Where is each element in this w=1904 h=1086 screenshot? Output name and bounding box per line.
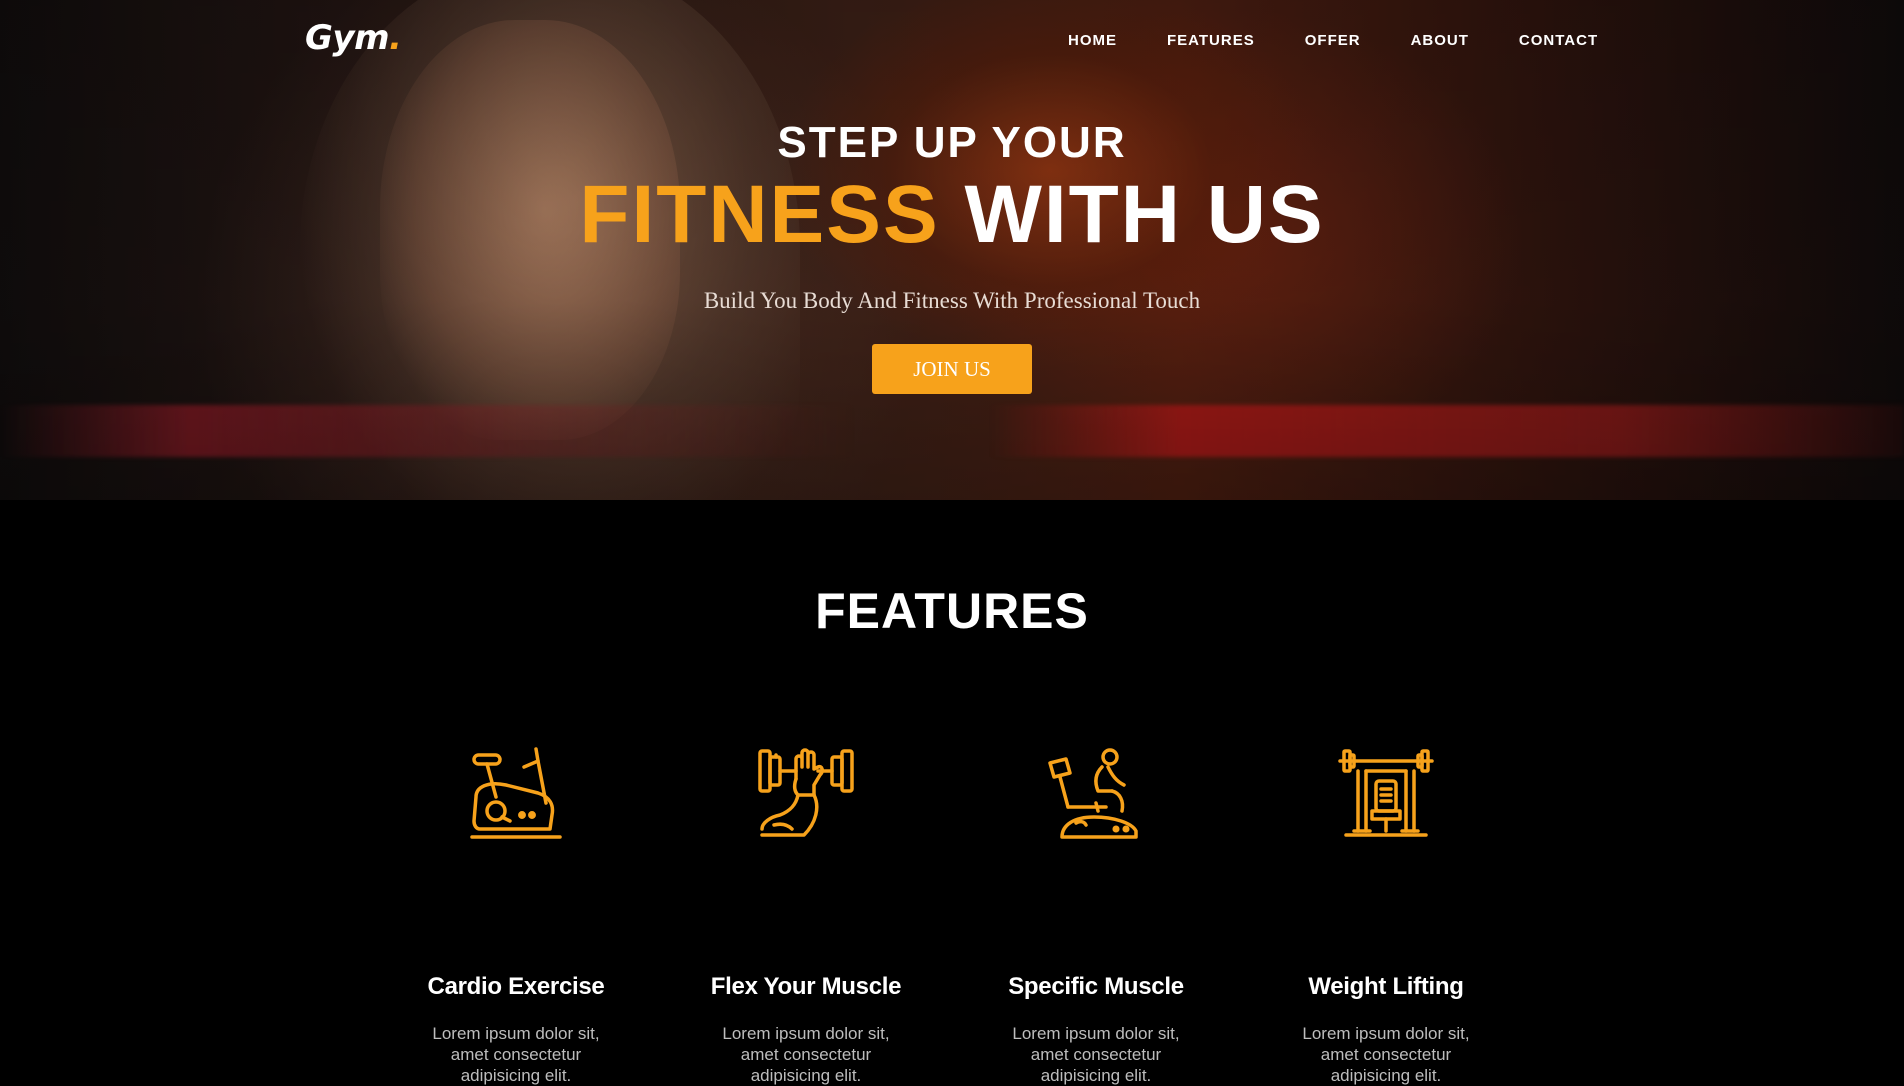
feature-card-weight: Weight Lifting Lorem ipsum dolor sit, am… — [1270, 745, 1502, 1085]
person-on-bike-icon — [1048, 748, 1138, 839]
feature-description: Lorem ipsum dolor sit, amet consectetur … — [722, 1024, 890, 1085]
features-heading: FEATURES — [815, 583, 1089, 639]
feature-description: Lorem ipsum dolor sit, amet consectetur … — [1302, 1024, 1470, 1085]
hero-title-accent: FITNESS — [579, 169, 940, 260]
weight-rack-icon — [1338, 749, 1434, 837]
hero-section: Gym. HOME FEATURES OFFER ABOUT CONTACT S… — [0, 0, 1904, 500]
hero-subtitle: STEP UP YOUR — [777, 118, 1127, 167]
feature-description: Lorem ipsum dolor sit, amet consectetur … — [1012, 1024, 1180, 1085]
features-section: FEATURES Cardio Exercise Lorem ipsum dol… — [0, 500, 1904, 1085]
join-us-button[interactable]: JOIN US — [872, 344, 1032, 394]
feature-description: Lorem ipsum dolor sit, amet consectetur … — [432, 1024, 600, 1085]
gym-logo[interactable]: Gym. — [305, 18, 402, 58]
hero-tagline: Build You Body And Fitness With Professi… — [703, 288, 1201, 313]
nav-link-offer[interactable]: OFFER — [1305, 32, 1361, 49]
dumbbell-arm-icon — [758, 748, 854, 837]
main-menu: HOME FEATURES OFFER ABOUT CONTACT — [1068, 32, 1598, 49]
hero-title: FITNESS WITH US — [0, 174, 1904, 256]
nav-link-home[interactable]: HOME — [1068, 32, 1117, 49]
top-navbar: Gym. HOME FEATURES OFFER ABOUT CONTACT — [0, 0, 1904, 80]
logo-dot: . — [389, 18, 402, 58]
exercise-bike-icon — [470, 747, 562, 839]
nav-link-about[interactable]: ABOUT — [1411, 32, 1469, 49]
hero-title-rest: WITH US — [964, 169, 1325, 260]
logo-text: Gym — [305, 18, 390, 58]
feature-title: Weight Lifting — [1308, 973, 1464, 1000]
feature-card-cardio: Cardio Exercise Lorem ipsum dolor sit, a… — [400, 745, 632, 1085]
feature-card-flex: Flex Your Muscle Lorem ipsum dolor sit, … — [690, 745, 922, 1085]
nav-link-features[interactable]: FEATURES — [1167, 32, 1255, 49]
feature-card-specific: Specific Muscle Lorem ipsum dolor sit, a… — [980, 745, 1212, 1085]
nav-link-contact[interactable]: CONTACT — [1519, 32, 1598, 49]
hero-content: STEP UP YOUR FITNESS WITH US Build You B… — [0, 118, 1904, 394]
feature-title: Specific Muscle — [1008, 973, 1184, 1000]
features-grid: Cardio Exercise Lorem ipsum dolor sit, a… — [400, 745, 1560, 1085]
feature-title: Flex Your Muscle — [710, 973, 902, 1000]
feature-title: Cardio Exercise — [427, 973, 605, 1000]
